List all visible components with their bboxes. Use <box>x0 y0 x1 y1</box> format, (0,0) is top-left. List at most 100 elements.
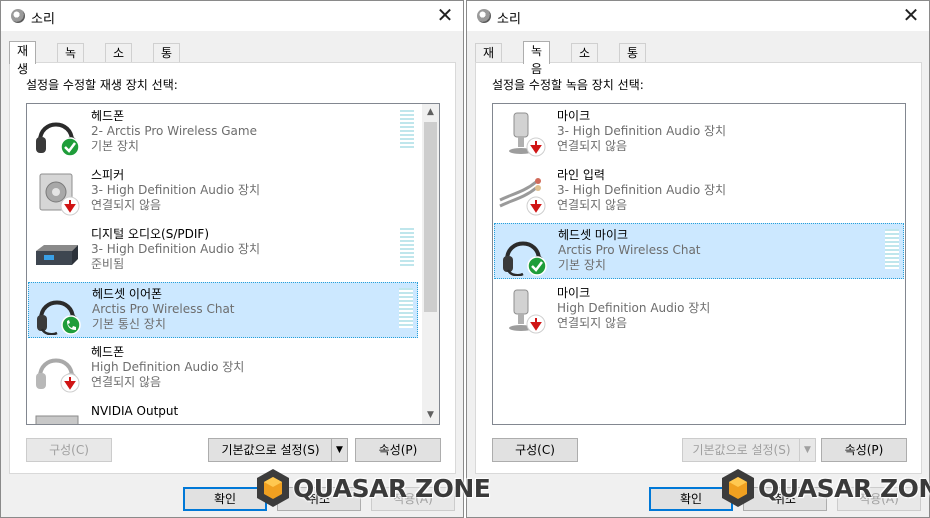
device-name: 마이크 <box>557 109 591 123</box>
set-default-button[interactable]: 기본값으로 설정(S) ▼ <box>208 438 348 462</box>
level-meter <box>399 288 413 328</box>
watermark-text: QUASAR ZONE <box>758 474 930 503</box>
device-name: 헤드셋 마이크 <box>558 228 629 242</box>
tab-playback[interactable]: 재생 <box>475 43 503 78</box>
device-status: 준비됨 <box>91 257 125 271</box>
headphones-icon <box>36 358 80 393</box>
headphones-icon <box>36 122 80 157</box>
unplugged-arrow-badge <box>60 196 80 216</box>
device-name: 헤드폰 <box>91 109 125 123</box>
window-title: 소리 <box>31 12 55 27</box>
device-name: 스피커 <box>91 168 125 182</box>
chevron-down-icon[interactable]: ▼ <box>331 439 347 461</box>
device-item[interactable]: 라인 입력 3- High Definition Audio 장치 연결되지 않… <box>494 164 904 220</box>
vertical-scrollbar[interactable]: ▲ ▼ <box>422 104 439 424</box>
hexagon-logo-icon <box>257 469 289 507</box>
tab-sounds[interactable]: 소리 <box>571 43 599 78</box>
device-item[interactable]: 헤드셋 이어폰 Arctis Pro Wireless Chat 기본 통신 장… <box>28 282 418 338</box>
tab-panel: 설정을 수정할 재생 장치 선택: 헤드폰 2- Arctis Pro Wire… <box>9 62 456 474</box>
device-item[interactable]: 헤드폰 High Definition Audio 장치 연결되지 않음 <box>28 341 418 397</box>
device-description: Arctis Pro Wireless Chat <box>92 302 235 316</box>
device-status: 기본 장치 <box>91 139 139 153</box>
device-description: High Definition Audio 장치 <box>91 360 245 374</box>
chevron-down-icon[interactable]: ▼ <box>799 439 815 461</box>
device-item[interactable]: 마이크 High Definition Audio 장치 연결되지 않음 <box>494 282 904 338</box>
speaker-icon <box>39 173 80 216</box>
speaker-app-icon <box>11 9 25 23</box>
device-name: 헤드셋 이어폰 <box>92 287 163 301</box>
tab-sounds[interactable]: 소리 <box>105 43 133 78</box>
device-status: 연결되지 않음 <box>557 198 628 212</box>
tab-recording[interactable]: 녹음 <box>57 43 85 78</box>
tab-communications[interactable]: 통신 <box>619 43 647 78</box>
set-default-button[interactable]: 기본값으로 설정(S) ▼ <box>682 438 816 462</box>
device-item[interactable]: 헤드폰 2- Arctis Pro Wireless Game 기본 장치 <box>28 105 418 161</box>
default-check-badge <box>527 256 547 276</box>
device-description: 2- Arctis Pro Wireless Game <box>91 124 257 138</box>
tab-recording[interactable]: 녹음 <box>523 41 551 76</box>
instruction-label: 설정을 수정할 재생 장치 선택: <box>26 78 178 92</box>
device-item[interactable]: 헤드셋 마이크 Arctis Pro Wireless Chat 기본 장치 <box>494 223 904 279</box>
device-description: 3- High Definition Audio 장치 <box>91 183 261 197</box>
device-status: 연결되지 않음 <box>91 375 162 389</box>
device-name: NVIDIA Output <box>91 404 179 418</box>
scroll-up-icon[interactable]: ▲ <box>422 104 439 121</box>
window-title: 소리 <box>497 12 521 27</box>
configure-button[interactable]: 구성(C) <box>492 438 578 462</box>
device-status: 연결되지 않음 <box>557 139 628 153</box>
device-item[interactable]: 스피커 3- High Definition Audio 장치 연결되지 않음 <box>28 164 418 220</box>
device-description: 3- High Definition Audio 장치 <box>91 242 261 256</box>
device-name: 라인 입력 <box>557 168 605 182</box>
device-item[interactable]: 디지털 오디오(S/PDIF) 3- High Definition Audio… <box>28 223 418 279</box>
default-check-badge <box>60 137 80 157</box>
device-description: 3- High Definition Audio 장치 <box>557 183 727 197</box>
microphone-icon <box>509 112 546 157</box>
set-default-label: 기본값으로 설정(S) <box>221 443 320 457</box>
speaker-app-icon <box>477 9 491 23</box>
close-icon[interactable]: ✕ <box>897 3 925 29</box>
device-item[interactable]: NVIDIA Output <box>28 400 418 424</box>
configure-button[interactable]: 구성(C) <box>26 438 112 462</box>
hexagon-logo-icon <box>722 469 754 507</box>
level-meter <box>400 110 414 150</box>
instruction-label: 설정을 수정할 녹음 장치 선택: <box>492 78 644 92</box>
device-status: 기본 장치 <box>558 258 606 272</box>
device-name: 마이크 <box>557 286 591 300</box>
monitor-icon <box>35 415 79 424</box>
title-bar[interactable]: 소리 ✕ <box>467 1 929 31</box>
title-bar[interactable]: 소리 ✕ <box>1 1 463 31</box>
microphone-icon <box>509 289 546 334</box>
properties-button[interactable]: 속성(P) <box>355 438 441 462</box>
spdif-receiver-icon <box>36 245 78 265</box>
watermark-logo: QUASAR ZONE <box>255 468 491 508</box>
device-name: 헤드폰 <box>91 345 125 359</box>
close-icon[interactable]: ✕ <box>431 3 459 29</box>
device-list[interactable]: 헤드폰 2- Arctis Pro Wireless Game 기본 장치 스피… <box>26 103 440 425</box>
scroll-down-icon[interactable]: ▼ <box>422 407 439 424</box>
device-status: 연결되지 않음 <box>557 316 628 330</box>
level-meter <box>885 229 899 269</box>
device-list[interactable]: 마이크 3- High Definition Audio 장치 연결되지 않음 <box>492 103 906 425</box>
properties-button[interactable]: 속성(P) <box>821 438 907 462</box>
tab-communications[interactable]: 통신 <box>153 43 181 78</box>
headset-icon <box>37 300 81 335</box>
unplugged-arrow-badge <box>526 314 546 334</box>
device-description: High Definition Audio 장치 <box>557 301 711 315</box>
sound-dialog-recording: 소리 ✕ 재생 녹음 소리 통신 설정을 수정할 녹음 장치 선택: <box>466 0 930 518</box>
tab-panel: 설정을 수정할 녹음 장치 선택: 마이크 3- High Definition… <box>475 62 922 474</box>
unplugged-arrow-badge <box>60 373 80 393</box>
headset-icon <box>503 241 547 276</box>
device-name: 디지털 오디오(S/PDIF) <box>91 227 209 241</box>
sound-dialog-playback: 소리 ✕ 재생 녹음 소리 통신 설정을 수정할 재생 장치 선택: <box>0 0 464 518</box>
set-default-label: 기본값으로 설정(S) <box>692 443 791 457</box>
watermark-logo: QUASAR ZONE <box>720 468 930 508</box>
watermark-text: QUASAR ZONE <box>293 474 491 503</box>
device-description: 3- High Definition Audio 장치 <box>557 124 727 138</box>
device-description: Arctis Pro Wireless Chat <box>558 243 701 257</box>
device-item[interactable]: 마이크 3- High Definition Audio 장치 연결되지 않음 <box>494 105 904 161</box>
unplugged-arrow-badge <box>526 196 546 216</box>
line-in-cable-icon <box>499 178 546 216</box>
tab-playback[interactable]: 재생 <box>9 41 37 76</box>
device-status: 기본 통신 장치 <box>92 317 166 331</box>
scroll-thumb[interactable] <box>424 122 437 312</box>
